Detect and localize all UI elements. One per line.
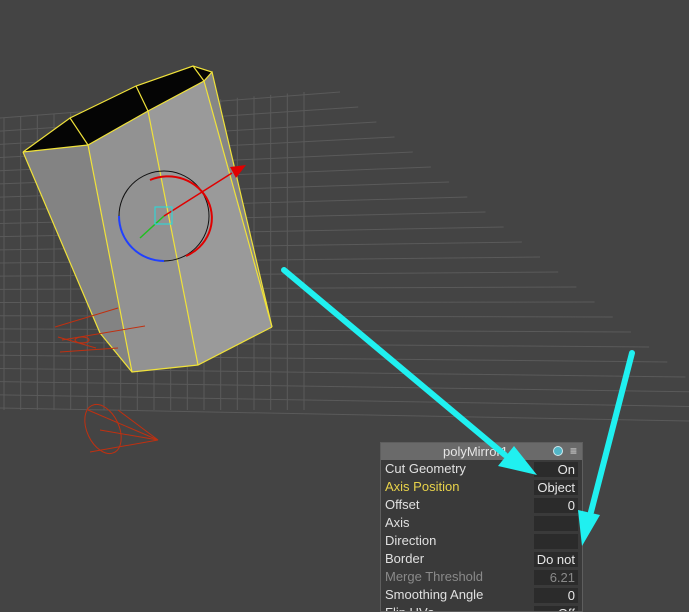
3d-viewport[interactable]: polyMirror1 ≡ Cut Geometry On Axis Positio… xyxy=(0,0,689,612)
attribute-value-field[interactable] xyxy=(534,516,578,531)
attribute-value-field[interactable]: Off xyxy=(534,606,578,611)
attribute-value-field[interactable] xyxy=(534,534,578,549)
attribute-label: Axis Position xyxy=(385,479,460,494)
attribute-row[interactable]: Axis xyxy=(381,514,582,532)
attribute-row[interactable]: Axis Position Object xyxy=(381,478,582,496)
attribute-value-field[interactable]: On xyxy=(534,462,578,477)
panel-title-bar[interactable]: polyMirror1 ≡ xyxy=(381,443,582,460)
attribute-row[interactable]: Merge Threshold 6.21 xyxy=(381,568,582,586)
attribute-list: Cut Geometry On Axis Position Object Offset 0… xyxy=(381,460,582,611)
attribute-value-field[interactable]: 0 xyxy=(534,498,578,513)
attribute-label: Cut Geometry xyxy=(385,461,466,476)
attribute-row[interactable]: Border Do not xyxy=(381,550,582,568)
attribute-value-field[interactable]: 0 xyxy=(534,588,578,603)
attribute-row[interactable]: Offset 0 xyxy=(381,496,582,514)
cycle-icon[interactable] xyxy=(553,446,563,456)
attribute-label: Smoothing Angle xyxy=(385,587,484,602)
attribute-label: Border xyxy=(385,551,425,566)
attribute-label: Flip UVs xyxy=(385,604,434,611)
menu-icon[interactable]: ≡ xyxy=(570,443,577,460)
attribute-value-field[interactable]: Do not xyxy=(534,552,578,567)
attribute-row[interactable]: Flip UVs Off xyxy=(381,604,582,611)
attribute-label: Direction xyxy=(385,533,437,548)
attribute-row[interactable]: Direction xyxy=(381,532,582,550)
cylinder-mesh[interactable] xyxy=(22,65,273,373)
spotlight-cone-icon[interactable] xyxy=(78,399,159,460)
attribute-value-field: 6.21 xyxy=(534,570,578,585)
attribute-row[interactable]: Cut Geometry On xyxy=(381,460,582,478)
attribute-value-field[interactable]: Object xyxy=(534,480,578,495)
attribute-label: Offset xyxy=(385,497,420,512)
attribute-label: Axis xyxy=(385,515,410,530)
attribute-row[interactable]: Smoothing Angle 0 xyxy=(381,586,582,604)
polymirror-attribute-panel[interactable]: polyMirror1 ≡ Cut Geometry On Axis Positio… xyxy=(380,442,583,612)
attribute-label: Merge Threshold xyxy=(385,569,484,584)
panel-title: polyMirror1 xyxy=(442,444,508,459)
viewport-scene[interactable] xyxy=(0,0,689,612)
